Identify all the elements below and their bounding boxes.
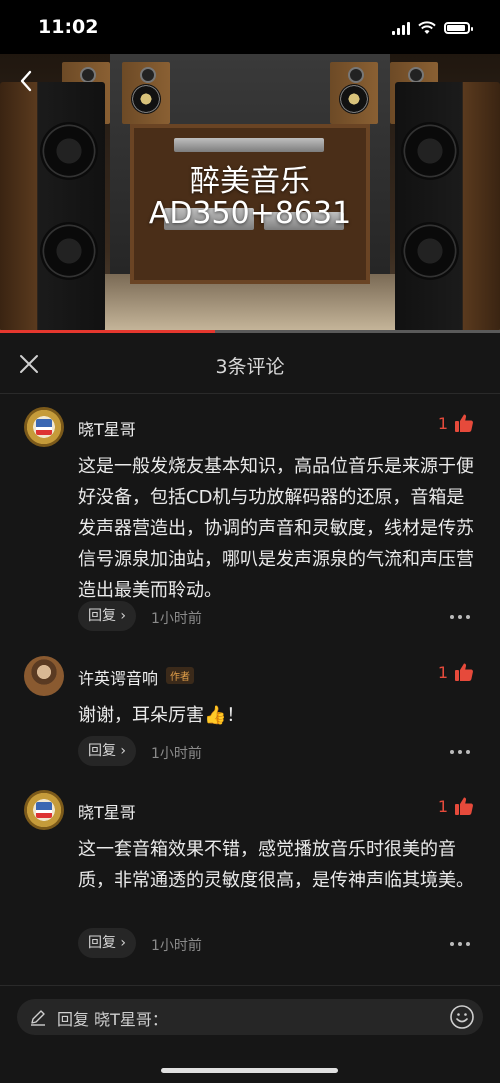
status-time: 11:02 (38, 16, 99, 38)
thumbs-up-icon (455, 797, 473, 815)
reply-input-placeholder: 回复 晓T星哥： (57, 1010, 168, 1029)
reply-button[interactable]: 回复 › (78, 736, 136, 766)
like-count: 1 (437, 413, 448, 433)
comment-time: 1小时前 (151, 938, 202, 954)
more-options-button[interactable] (450, 610, 472, 624)
video-player[interactable]: 醉美音乐 AD350+8631 (0, 54, 500, 332)
reply-bar: 回复 晓T星哥： (0, 985, 500, 1083)
comment-username[interactable]: 晓T星哥 (78, 799, 136, 823)
thumbs-up-icon (455, 663, 473, 681)
comment-username[interactable]: 许英谔音响 (78, 665, 158, 689)
more-dots-icon (450, 750, 470, 754)
comment-text: 这是一般发烧友基本知识，高品位音乐是来源于便好没备，包括CD机与功放解码器的还原… (78, 456, 474, 601)
like-count: 1 (437, 796, 448, 816)
status-bar: 11:02 (0, 0, 500, 54)
status-icons (392, 21, 473, 35)
emoji-icon[interactable] (449, 1004, 475, 1030)
video-title-line2: AD350+8631 (148, 196, 352, 231)
comment-time: 1小时前 (151, 746, 202, 762)
comments-header: 3条评论 (0, 333, 500, 394)
video-scene-monitor-left2 (122, 62, 170, 124)
reply-button[interactable]: 回复 › (78, 928, 136, 958)
comments-count-title: 3条评论 (215, 356, 285, 378)
comment-username[interactable]: 晓T星哥 (78, 416, 136, 440)
comment-text: 这一套音箱效果不错，感觉播放音乐时很美的音质，非常通透的灵敏度很高，是传神声临其… (78, 839, 474, 891)
back-arrow-icon (20, 70, 32, 92)
video-title-line1: 醉美音乐 (190, 164, 310, 199)
more-dots-icon (450, 615, 470, 619)
reply-input[interactable]: 回复 晓T星哥： (17, 999, 483, 1035)
like-count: 1 (437, 662, 448, 682)
pencil-icon (31, 1010, 45, 1026)
more-options-button[interactable] (450, 745, 472, 759)
like-button[interactable]: 1 (438, 413, 474, 433)
like-button[interactable]: 1 (438, 662, 474, 682)
home-indicator (161, 1068, 338, 1073)
avatar[interactable] (24, 790, 64, 830)
comment-time: 1小时前 (151, 611, 202, 627)
back-button[interactable] (14, 66, 38, 96)
like-button[interactable]: 1 (438, 796, 474, 816)
video-scene-monitor-right (330, 62, 378, 124)
battery-icon (444, 22, 473, 34)
avatar[interactable] (24, 407, 64, 447)
more-options-button[interactable] (450, 937, 472, 951)
comments-sheet: 3条评论 晓T星哥 1 这是一般发烧友基本知识，高品位音乐是来源于便好没备，包括… (0, 333, 500, 1082)
author-badge: 作者 (166, 667, 194, 684)
signal-icon (392, 21, 410, 35)
comment-text: 谢谢，耳朵厉害👍！ (78, 705, 245, 726)
wifi-icon (418, 21, 436, 34)
reply-button[interactable]: 回复 › (78, 601, 136, 631)
more-dots-icon (450, 942, 470, 946)
thumbs-up-icon (455, 414, 473, 432)
avatar[interactable] (24, 656, 64, 696)
